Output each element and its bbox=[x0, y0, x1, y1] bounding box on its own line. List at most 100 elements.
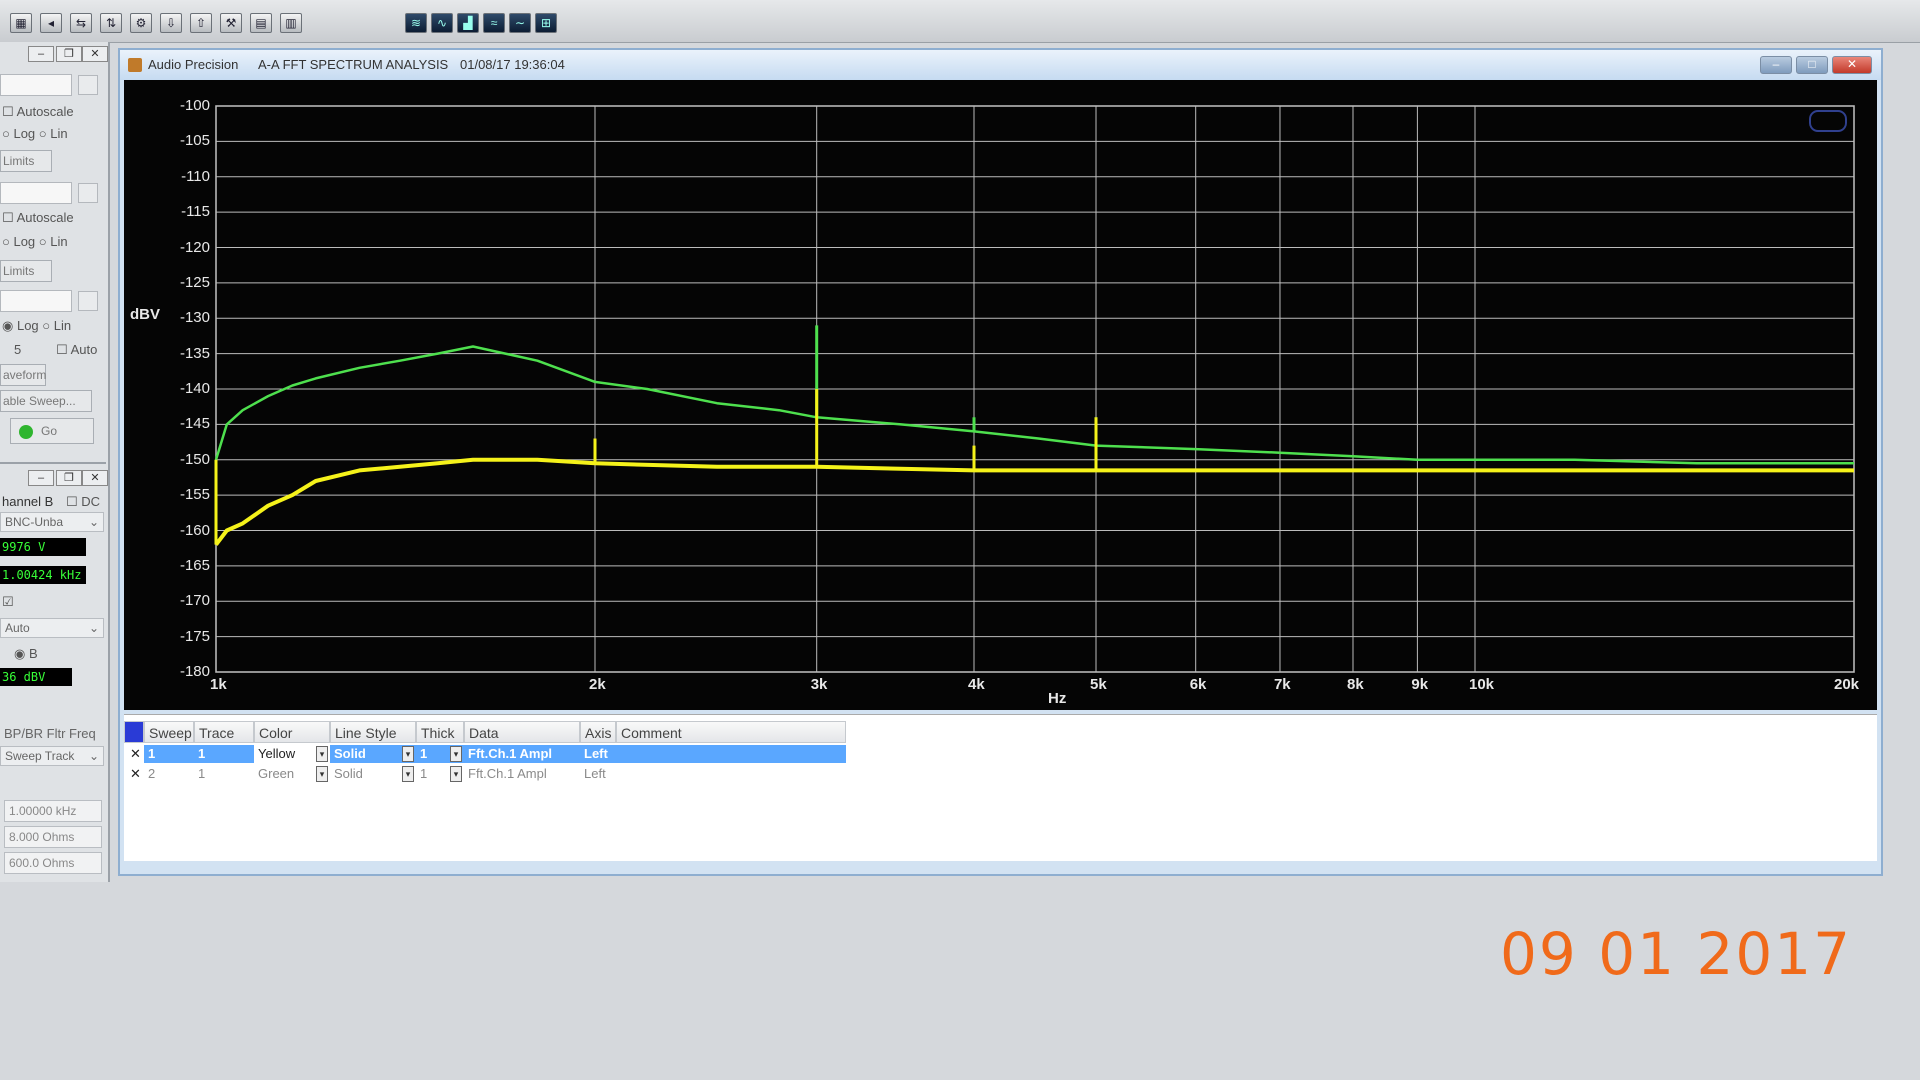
legend-cell-axis[interactable]: Left bbox=[580, 745, 616, 763]
voltage-readout: 9976 V bbox=[0, 538, 86, 556]
legend-header-line-style[interactable]: Line Style bbox=[330, 721, 416, 743]
axis2-unit-button[interactable] bbox=[78, 183, 98, 203]
restore-icon[interactable]: ❐ bbox=[56, 470, 82, 486]
settings-icon[interactable]: ⚒ bbox=[220, 13, 242, 33]
sweep-icon[interactable]: ∼ bbox=[509, 13, 531, 33]
window-close-button[interactable]: ✕ bbox=[1832, 56, 1872, 74]
x-axis-label: Hz bbox=[1048, 690, 1067, 707]
scale-radio-1[interactable]: ○ Log ○ Lin bbox=[2, 126, 68, 141]
autoscale-checkbox-1[interactable]: ☐ Autoscale bbox=[2, 104, 74, 120]
y-tick-label: -180 bbox=[179, 663, 210, 680]
legend-cell-comment[interactable] bbox=[616, 765, 846, 783]
window-title-bar: Audio Precision A-A FFT SPECTRUM ANALYSI… bbox=[120, 50, 1881, 80]
chevron-down-icon[interactable]: ▾ bbox=[402, 766, 414, 782]
axis2-top-field[interactable] bbox=[0, 182, 72, 204]
trace-legend-table: Sweep Trace Color Line Style Thick Data Axis Co… bbox=[124, 714, 1877, 861]
switch-icon[interactable]: ⇆ bbox=[70, 13, 92, 33]
legend-cell-data[interactable]: Fft.Ch.1 Ampl bbox=[464, 745, 580, 763]
legend-cell-comment[interactable] bbox=[616, 745, 846, 763]
auto-checkbox[interactable]: ☐ Auto bbox=[56, 342, 97, 358]
legend-header-data[interactable]: Data bbox=[464, 721, 580, 743]
axis3-unit-button[interactable] bbox=[78, 291, 98, 311]
limits-button-2[interactable]: Limits bbox=[0, 260, 52, 282]
toolbar: ▦ ◂ ⇆ ⇅ ⚙ ⇩ ⇧ ⚒ ▤ ▥ ≋ ∿ ▟ ≈ ∼ ⊞ bbox=[0, 0, 1920, 43]
app-name: Audio Precision bbox=[148, 57, 239, 72]
go-indicator-icon bbox=[19, 424, 33, 439]
scale-radio-2[interactable]: ○ Log ○ Lin bbox=[2, 234, 68, 249]
legend-header-comment[interactable]: Comment bbox=[616, 721, 846, 743]
spectrum-svg bbox=[214, 105, 1855, 673]
legend-cell-axis[interactable]: Left bbox=[580, 765, 616, 783]
export-icon[interactable]: ⇧ bbox=[190, 13, 212, 33]
series-line-2 bbox=[214, 457, 1854, 546]
ap-logo-icon bbox=[1809, 110, 1847, 132]
y-tick-label: -170 bbox=[179, 592, 210, 610]
divider bbox=[0, 462, 106, 464]
tree-icon[interactable]: ⊞ bbox=[535, 13, 557, 33]
fft-icon[interactable]: ≈ bbox=[483, 13, 505, 33]
chevron-down-icon[interactable]: ▾ bbox=[450, 746, 462, 762]
chevron-down-icon[interactable]: ▾ bbox=[450, 766, 462, 782]
close-icon[interactable]: ✕ bbox=[82, 46, 108, 62]
x-tick-label: 5k bbox=[1090, 676, 1107, 693]
chevron-down-icon: ⌄ bbox=[88, 621, 99, 635]
enable-checkbox[interactable]: ☑ bbox=[2, 594, 14, 610]
legend-cell-trace[interactable]: 1 bbox=[194, 765, 254, 783]
meter-icon[interactable]: ▦ bbox=[10, 13, 32, 33]
legend-cell-trace[interactable]: 1 bbox=[194, 745, 254, 763]
legend-header-axis[interactable]: Axis bbox=[580, 721, 616, 743]
legend-header-trace[interactable]: Trace bbox=[194, 721, 254, 743]
waveform-button[interactable]: aveform bbox=[0, 364, 46, 386]
load-ohms-field[interactable]: 8.000 Ohms bbox=[4, 826, 102, 848]
frequency-readout: 1.00424 kHz bbox=[0, 566, 86, 584]
legend-row-checkbox[interactable]: ✕ bbox=[126, 765, 142, 783]
table-sweep-button[interactable]: able Sweep... bbox=[0, 390, 92, 412]
y-tick-label: -150 bbox=[179, 450, 210, 468]
date-stamp: 09 01 2017 bbox=[1500, 920, 1853, 988]
chevron-down-icon: ⌄ bbox=[88, 749, 99, 763]
legend-row-checkbox[interactable]: ✕ bbox=[126, 745, 142, 763]
legend-cell-sweep[interactable]: 2 bbox=[144, 765, 194, 783]
legend-header-sweep[interactable]: Sweep bbox=[144, 721, 194, 743]
go-button[interactable]: Go bbox=[10, 418, 94, 444]
minimize-icon[interactable]: – bbox=[28, 470, 54, 486]
axis1-top-field[interactable] bbox=[0, 74, 72, 96]
legend-cell-sweep[interactable]: 1 bbox=[144, 745, 194, 763]
chevron-down-icon[interactable]: ▾ bbox=[402, 746, 414, 762]
spectrum-icon[interactable]: ∿ bbox=[431, 13, 453, 33]
spectrum-plot[interactable]: -100 -105 -110 -115 -120 -125 -130 -135 -140 -145… bbox=[124, 80, 1877, 710]
mode-dropdown[interactable]: Auto ⌄ bbox=[0, 618, 104, 638]
source-ohms-field[interactable]: 600.0 Ohms bbox=[4, 852, 102, 874]
restore-icon[interactable]: ❐ bbox=[56, 46, 82, 62]
window-maximize-button[interactable]: □ bbox=[1796, 56, 1828, 74]
y-tick-label: -155 bbox=[179, 486, 210, 504]
arrows-icon[interactable]: ⇅ bbox=[100, 13, 122, 33]
waveform-icon[interactable]: ≋ bbox=[405, 13, 427, 33]
app-logo-icon bbox=[128, 58, 142, 72]
axis1-unit-button[interactable] bbox=[78, 75, 98, 95]
minimize-icon[interactable]: – bbox=[28, 46, 54, 62]
autoscale-checkbox-2[interactable]: ☐ Autoscale bbox=[2, 210, 74, 226]
dc-checkbox[interactable]: ☐ DC bbox=[66, 494, 100, 510]
graph-icon[interactable]: ▥ bbox=[280, 13, 302, 33]
frequency-field[interactable]: 1.00000 kHz bbox=[4, 800, 102, 822]
chart-icon[interactable]: ⚙ bbox=[130, 13, 152, 33]
legend-header-thick[interactable]: Thick bbox=[416, 721, 464, 743]
limits-button-1[interactable]: Limits bbox=[0, 150, 52, 172]
channel-b-radio[interactable]: ◉ B bbox=[14, 646, 38, 662]
bar-graph-icon[interactable]: ▟ bbox=[457, 13, 479, 33]
window-minimize-button[interactable]: – bbox=[1760, 56, 1792, 74]
sweep-track-dropdown[interactable]: Sweep Track ⌄ bbox=[0, 746, 104, 766]
chevron-down-icon[interactable]: ▾ bbox=[316, 766, 328, 782]
grid-icon[interactable]: ▤ bbox=[250, 13, 272, 33]
scale-radio-3[interactable]: ◉ Log ○ Lin bbox=[2, 318, 71, 334]
connector-dropdown[interactable]: BNC-Unba ⌄ bbox=[0, 512, 104, 532]
axis3-top-field[interactable] bbox=[0, 290, 72, 312]
speaker-icon[interactable]: ◂ bbox=[40, 13, 62, 33]
left-control-panel: – ❐ ✕ ☐ Autoscale ○ Log ○ Lin Limits ☐ A… bbox=[0, 42, 110, 882]
chevron-down-icon[interactable]: ▾ bbox=[316, 746, 328, 762]
legend-header-color[interactable]: Color bbox=[254, 721, 330, 743]
import-icon[interactable]: ⇩ bbox=[160, 13, 182, 33]
close-icon[interactable]: ✕ bbox=[82, 470, 108, 486]
legend-cell-data[interactable]: Fft.Ch.1 Ampl bbox=[464, 765, 580, 783]
